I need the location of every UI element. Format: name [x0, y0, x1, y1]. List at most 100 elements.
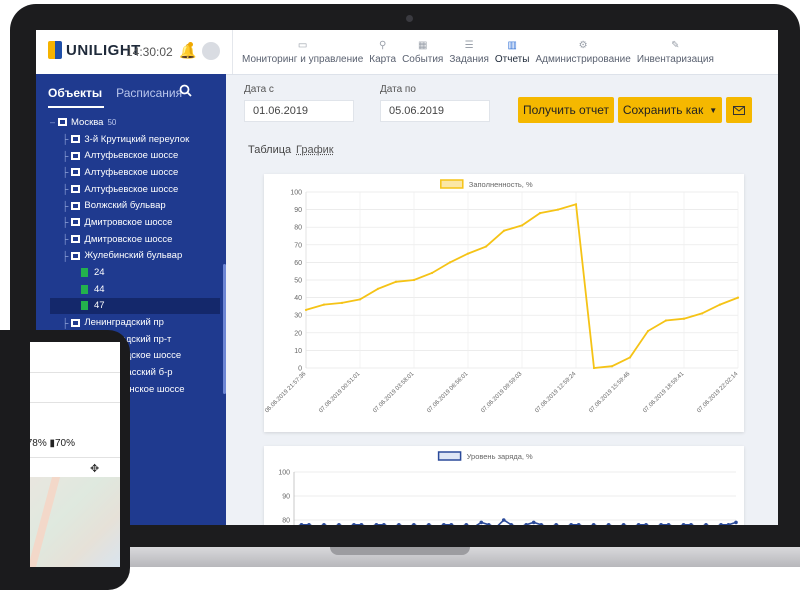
tree-object-item[interactable]: ├ Дмитровское шоссе — [50, 231, 220, 248]
nav-label: События — [402, 53, 444, 65]
avatar[interactable] — [202, 42, 220, 60]
tree-object-item[interactable]: – Москва 50 — [50, 114, 220, 131]
legend-swatch — [437, 451, 462, 461]
tablet-divider — [30, 402, 120, 403]
y-tick-label: 70 — [294, 242, 302, 249]
tree-item-label: Дмитровское шоссе — [84, 216, 173, 228]
tree-item-label: Жулебинский бульвар — [84, 250, 183, 262]
move-icon[interactable]: ✥ — [90, 462, 99, 475]
x-tick-label: 07.06.2019 18:59:41 — [642, 371, 686, 415]
x-tick-label: 07.06.2019 09:59:03 — [480, 371, 524, 415]
tree-object-item[interactable]: ├ Дмитровское шоссе — [50, 214, 220, 231]
tree-device-item[interactable]: 47 — [50, 297, 220, 315]
app-screen: UNILIGHT 14:30:02 🔔 ▭ Мониторинг и управл… — [36, 30, 778, 525]
tablet-divider — [30, 372, 120, 373]
tree-connector: ├ — [62, 134, 69, 145]
tree-device-item[interactable]: 44 — [50, 281, 220, 298]
tree-object-item[interactable]: ├ Ленинградский пр — [50, 314, 220, 331]
y-tick-label: 50 — [294, 278, 302, 285]
tab-schedules[interactable]: Расписания — [116, 86, 182, 100]
nav-label: Инвентаризация — [636, 53, 714, 65]
get-report-button[interactable]: Получить отчет — [518, 97, 614, 123]
data-point — [664, 319, 668, 322]
tree-device-item[interactable]: 24 — [50, 264, 220, 281]
tree-item-label: Алтуфьевское шоссе — [84, 150, 179, 162]
tree-item-badge: 50 — [107, 117, 117, 127]
y-tick-label: 100 — [278, 470, 290, 477]
tree-object-item[interactable]: ├ Алтуфьевское шоссе — [50, 164, 220, 181]
data-point — [681, 523, 686, 525]
nav-item-1[interactable]: ⚲ Карта — [366, 30, 399, 74]
tree-object-item[interactable]: ├ Волжский бульвар — [50, 197, 220, 214]
data-point — [621, 523, 626, 525]
calendar-icon: ▦ — [417, 39, 428, 51]
notification-dot — [188, 42, 193, 47]
date-from-input[interactable]: 01.06.2019 — [244, 100, 354, 122]
nav-label: Карта — [369, 53, 397, 65]
data-point — [359, 523, 364, 525]
data-point — [569, 523, 573, 525]
tree-connector: ├ — [62, 234, 69, 245]
tree-item-label: Москва — [71, 116, 104, 128]
tab-objects[interactable]: Объекты — [48, 86, 102, 100]
clock: 14:30:02 — [126, 45, 173, 59]
tree-item-label: 47 — [94, 300, 105, 312]
sidebar-tabs: Объекты Расписания — [48, 86, 182, 100]
nav-item-3[interactable]: ☰ Задания — [446, 30, 492, 74]
data-point — [501, 518, 506, 522]
legend-label: Заполненность, % — [469, 180, 533, 189]
main-nav: ▭ Мониторинг и управление ⚲ Карта ▦ События ☰ З… — [232, 30, 717, 74]
tab-chart[interactable]: График — [296, 144, 334, 156]
tree-object-item[interactable]: ├ Алтуфьевское шоссе — [50, 181, 220, 198]
x-tick-label: 07.06.2019 15:59:46 — [588, 371, 632, 415]
caret-down-icon: ▼ — [709, 105, 718, 115]
folder-flag-icon — [71, 251, 81, 260]
bar-chart-icon: ▥ — [507, 39, 517, 51]
nav-item-5[interactable]: ⚙ Администрирование — [532, 30, 633, 74]
save-as-button[interactable]: Сохранить как ▼ — [618, 97, 722, 123]
tree-object-item[interactable]: ├ Жулебинский бульвар — [50, 248, 220, 265]
gear-icon: ⚙ — [578, 39, 588, 51]
nav-item-4[interactable]: ▥ Отчеты — [492, 30, 533, 74]
data-point — [397, 523, 401, 525]
tab-table[interactable]: Таблица — [248, 144, 291, 156]
tree-item-label: Ленинградский пр — [84, 317, 164, 329]
email-button[interactable] — [726, 97, 752, 123]
search-icon[interactable] — [179, 84, 192, 100]
tablet-status: 🗑78% ▮70% — [30, 438, 75, 449]
data-point — [484, 245, 488, 248]
data-point — [689, 523, 693, 525]
data-point — [322, 523, 326, 525]
y-tick-label: 90 — [282, 494, 290, 501]
tree-connector: ├ — [62, 250, 69, 261]
data-point — [430, 271, 434, 275]
data-point — [307, 523, 311, 525]
tablet-map[interactable] — [30, 477, 120, 567]
date-to-input[interactable]: 05.06.2019 — [380, 100, 490, 122]
y-tick-label: 60 — [294, 260, 302, 267]
data-point — [636, 523, 641, 525]
data-point — [382, 523, 386, 525]
x-tick-label: 07.06.2019 03:58:01 — [372, 371, 416, 415]
folder-flag-icon — [71, 135, 81, 144]
date-from-label: Дата с — [244, 84, 274, 95]
laptop-notch — [330, 547, 470, 555]
list-icon: ☰ — [464, 39, 474, 51]
tree-object-item[interactable]: ├ 3-й Крутицкий переулок — [50, 131, 220, 148]
tree-item-label: 44 — [94, 283, 105, 295]
tablet-divider — [30, 457, 120, 458]
nav-item-0[interactable]: ▭ Мониторинг и управление — [239, 30, 366, 74]
data-point — [442, 523, 446, 525]
legend-swatch — [440, 179, 464, 189]
nav-label: Администрирование — [535, 53, 631, 65]
data-point — [539, 523, 544, 525]
data-point — [464, 523, 469, 525]
tree-object-item[interactable]: ├ Алтуфьевское шоссе — [50, 147, 220, 164]
data-point — [394, 280, 398, 283]
data-point — [666, 523, 671, 525]
nav-item-2[interactable]: ▦ События — [399, 30, 446, 74]
tree-item-label: Дмитровское шоссе — [84, 233, 173, 245]
legend-label: Уровень заряда, % — [467, 452, 533, 461]
y-tick-label: 10 — [294, 348, 302, 355]
nav-item-6[interactable]: ✎ Инвентаризация — [634, 30, 717, 74]
